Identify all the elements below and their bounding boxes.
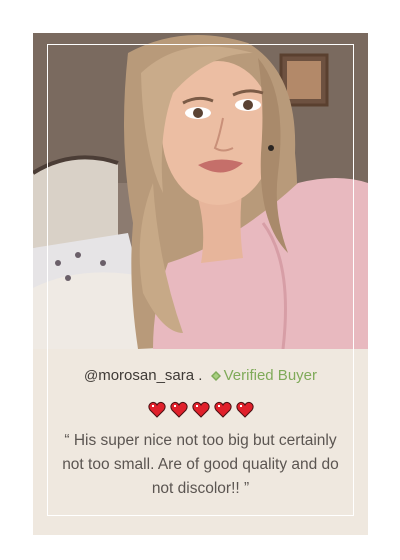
review-quote: “ His super nice not too big but certain… — [62, 432, 339, 497]
verified-badge: Verified Buyer — [210, 367, 317, 384]
heart-icon — [191, 401, 210, 418]
reviewer-handle[interactable]: morosan_sara — [98, 367, 194, 384]
rating-hearts — [33, 401, 368, 418]
customer-photo — [33, 33, 368, 349]
byline-separator: . — [194, 367, 203, 384]
handle-prefix: @ — [83, 367, 99, 383]
review-section: @morosan_sara . Verified Buyer “ His sup… — [33, 349, 368, 535]
heart-icon — [235, 401, 254, 418]
heart-icon — [213, 401, 232, 418]
heart-icon — [147, 401, 166, 418]
reviewer-byline: @morosan_sara . Verified Buyer — [33, 367, 368, 384]
gem-icon — [210, 371, 221, 381]
verified-label: Verified Buyer — [223, 367, 317, 384]
heart-icon — [169, 401, 188, 418]
